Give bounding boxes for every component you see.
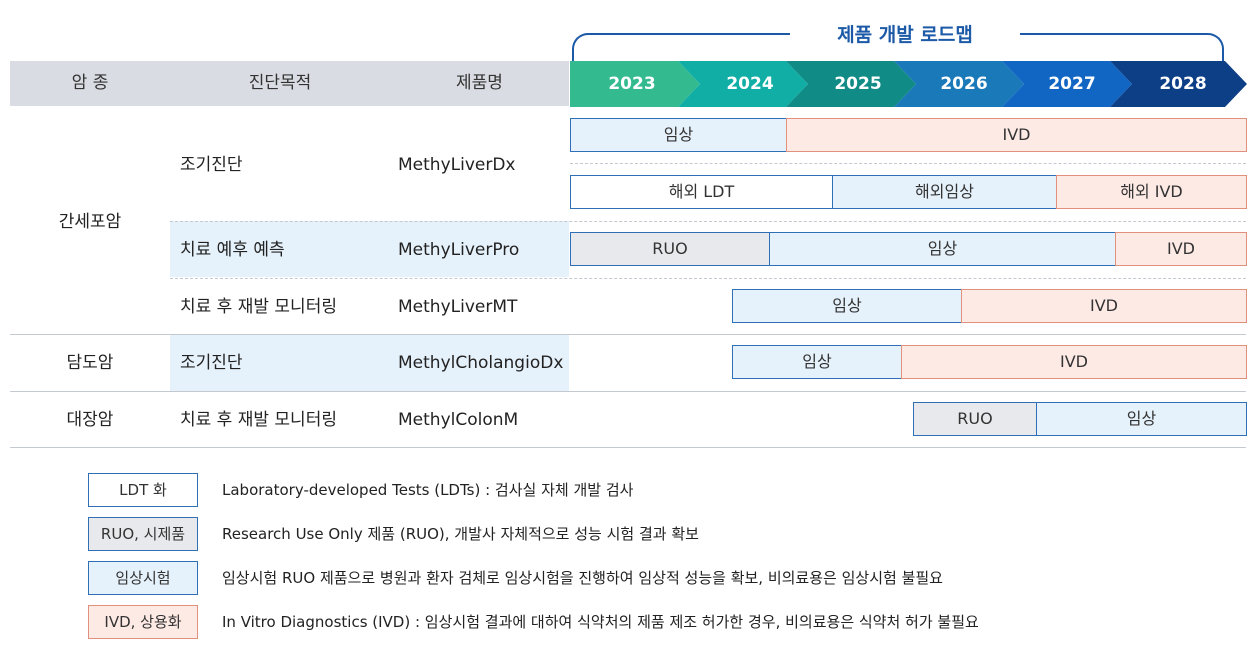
header-product: 제품명	[456, 73, 503, 93]
stage-bar-ruo: RUO	[570, 232, 770, 266]
product-name: MethyLiverPro	[398, 240, 520, 260]
purpose-cell: 치료 후 재발 모니터링	[180, 410, 337, 430]
purpose-cell: 조기진단	[180, 155, 243, 175]
stage-bar-clinical: 임상	[570, 118, 787, 152]
row-divider	[10, 391, 1246, 392]
product-name: MethyLiverMT	[398, 297, 518, 317]
stage-bar-ldt: 해외 LDT	[570, 175, 833, 209]
stage-bar-ivd: IVD	[901, 345, 1247, 379]
row-divider	[10, 447, 1246, 448]
cancer-type-hcc: 간세포암	[58, 212, 122, 232]
product-name: MethylColonM	[398, 410, 519, 430]
stage-bar-ivd: IVD	[961, 289, 1247, 323]
stage-bar-clinical: 임상	[1036, 402, 1247, 436]
stage-bar-ivd: IVD	[786, 118, 1247, 152]
purpose-cell: 조기진단	[180, 353, 243, 373]
product-name: MethylCholangioDx	[398, 353, 564, 373]
legend-swatch-ruo: RUO, 시제품	[88, 517, 198, 551]
product-name: MethyLiverDx	[398, 155, 516, 175]
cancer-type-cholangio: 담도암	[66, 353, 114, 373]
stage-bar-ivd: IVD	[1115, 232, 1247, 266]
year-2027: 2027	[1048, 74, 1096, 94]
row-divider	[10, 334, 1246, 335]
purpose-cell: 치료 후 재발 모니터링	[180, 297, 337, 317]
year-2028: 2028	[1159, 74, 1207, 94]
legend-swatch-ivd: IVD, 상용화	[88, 605, 198, 639]
stage-bar-clinical: 임상	[732, 289, 962, 323]
legend-swatch-clinical: 임상시험	[88, 561, 198, 595]
header-cancer-type: 암 종	[71, 73, 109, 93]
purpose-cell: 치료 예후 예측	[180, 240, 285, 260]
stage-bar-ruo: RUO	[913, 402, 1037, 436]
legend-swatch-ldt: LDT 화	[88, 473, 198, 507]
year-2023: 2023	[608, 74, 656, 94]
legend-text-ivd: In Vitro Diagnostics (IVD) : 임상시험 결과에 대하…	[222, 613, 979, 631]
stage-bar-clinical: 임상	[769, 232, 1116, 266]
cancer-type-colon: 대장암	[66, 410, 114, 430]
legend-text-ruo: Research Use Only 제품 (RUO), 개발사 자체적으로 성능…	[222, 525, 699, 543]
stage-bar-clinical: 임상	[732, 345, 902, 379]
dashed-divider	[570, 163, 1246, 164]
dashed-divider	[170, 221, 1246, 222]
dashed-divider	[170, 278, 1246, 279]
legend-text-clinical: 임상시험 RUO 제품으로 병원과 환자 검체로 임상시험을 진행하여 임상적 …	[222, 569, 943, 587]
header-purpose: 진단목적	[248, 73, 312, 93]
stage-bar-ivd: 해외 IVD	[1056, 175, 1247, 209]
legend-text-ldt: Laboratory-developed Tests (LDTs) : 검사실 …	[222, 481, 634, 499]
roadmap-title: 제품 개발 로드맵	[837, 24, 973, 46]
stage-bar-clinical: 해외임상	[832, 175, 1057, 209]
